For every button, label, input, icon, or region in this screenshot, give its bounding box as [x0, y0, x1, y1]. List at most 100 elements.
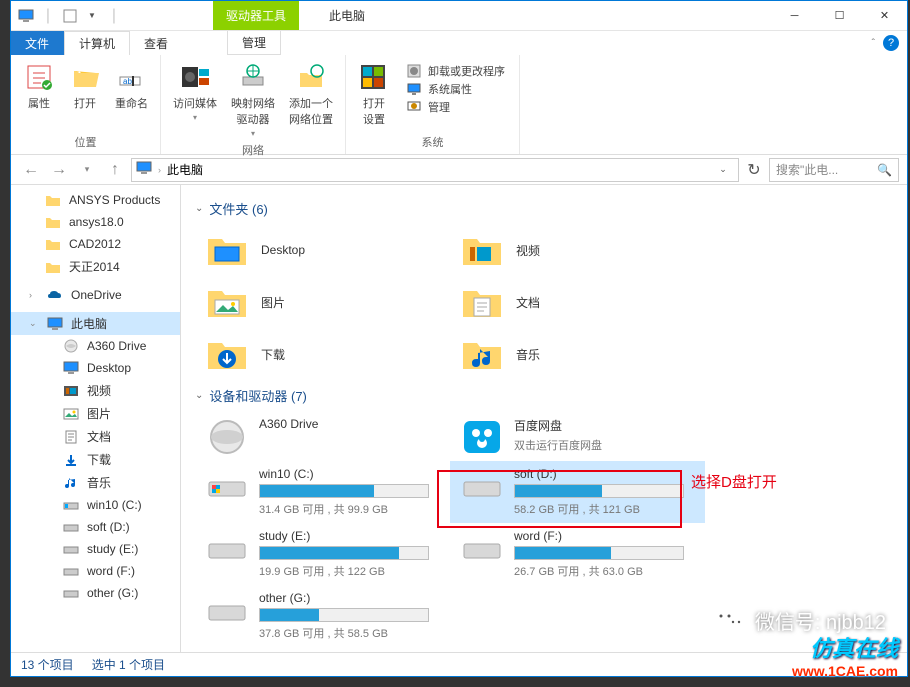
- search-placeholder: 搜索"此电...: [776, 161, 838, 178]
- folder-documents[interactable]: 文档: [450, 276, 705, 328]
- nav-desktop[interactable]: Desktop: [11, 357, 180, 379]
- uninstall-button[interactable]: 卸载或更改程序: [406, 63, 505, 79]
- rename-icon: ab: [116, 61, 148, 93]
- nav-drive-g[interactable]: other (G:): [11, 582, 180, 604]
- item-count: 13 个项目: [21, 656, 74, 673]
- drive-e[interactable]: study (E:) 19.9 GB 可用 , 共 122 GB: [195, 523, 450, 585]
- downloads-icon: [63, 452, 79, 468]
- label: 此电脑: [71, 315, 107, 332]
- add-location-button[interactable]: 添加一个 网络位置: [285, 59, 337, 140]
- tab-manage[interactable]: 管理: [227, 31, 281, 55]
- folder-videos[interactable]: 视频: [450, 224, 705, 276]
- drive-d[interactable]: soft (D:) 58.2 GB 可用 , 共 121 GB: [450, 461, 705, 523]
- drive-baidu[interactable]: 百度网盘双击运行百度网盘: [450, 411, 705, 461]
- label: other (G:): [87, 586, 138, 600]
- section-drives[interactable]: ⌄ 设备和驱动器 (7): [195, 380, 893, 411]
- dropdown-icon[interactable]: ⌄: [712, 159, 734, 181]
- close-button[interactable]: ✕: [862, 2, 907, 30]
- open-settings-button[interactable]: 打开 设置: [354, 59, 394, 132]
- label: A360 Drive: [87, 339, 146, 353]
- nav-drive-c[interactable]: win10 (C:): [11, 494, 180, 516]
- settings-icon: [358, 61, 390, 93]
- chevron-down-icon[interactable]: ⌄: [195, 203, 203, 214]
- checkbox-icon[interactable]: [61, 7, 79, 25]
- label: 添加一个 网络位置: [289, 95, 333, 127]
- nav-drive-f[interactable]: word (F:): [11, 560, 180, 582]
- nav-pictures[interactable]: 图片: [11, 402, 180, 425]
- back-button[interactable]: ←: [19, 158, 43, 182]
- label: study (E:): [87, 542, 138, 556]
- tab-computer[interactable]: 计算机: [64, 31, 130, 55]
- drive-a360[interactable]: A360 Drive: [195, 411, 450, 461]
- section-folders[interactable]: ⌄ 文件夹 (6): [195, 193, 893, 224]
- tab-file[interactable]: 文件: [11, 31, 64, 55]
- folder-music[interactable]: 音乐: [450, 328, 705, 380]
- minimize-button[interactable]: ─: [772, 2, 817, 30]
- properties-button[interactable]: 属性: [19, 59, 59, 132]
- nav-ansys-products[interactable]: ANSYS Products: [11, 189, 180, 211]
- usage-bar: [259, 608, 429, 622]
- videos-folder-icon: [460, 230, 504, 270]
- label: 系统属性: [428, 81, 472, 97]
- usage-text: 37.8 GB 可用 , 共 58.5 GB: [259, 625, 440, 641]
- refresh-button[interactable]: ↻: [743, 159, 765, 181]
- map-drive-button[interactable]: 映射网络 驱动器 ▾: [227, 59, 279, 140]
- network-location-icon: [295, 61, 327, 93]
- nav-ansys18[interactable]: ansys18.0: [11, 211, 180, 233]
- access-media-button[interactable]: 访问媒体 ▾: [169, 59, 221, 140]
- nav-drive-e[interactable]: study (E:): [11, 538, 180, 560]
- chevron-right-icon[interactable]: ›: [158, 165, 161, 175]
- drive-tools-tab[interactable]: 驱动器工具: [213, 1, 299, 30]
- maximize-button[interactable]: ☐: [817, 2, 862, 30]
- drive-c[interactable]: win10 (C:) 31.4 GB 可用 , 共 99.9 GB: [195, 461, 450, 523]
- drive-icon: [63, 519, 79, 535]
- desktop-folder-icon: [205, 230, 249, 270]
- nav-videos[interactable]: 视频: [11, 379, 180, 402]
- rename-button[interactable]: ab 重命名: [111, 59, 152, 132]
- drive-f[interactable]: word (F:) 26.7 GB 可用 , 共 63.0 GB: [450, 523, 705, 585]
- search-icon[interactable]: 🔍: [877, 163, 892, 177]
- recent-dropdown[interactable]: ▾: [75, 158, 99, 182]
- nav-tianzheng[interactable]: 天正2014: [11, 255, 180, 278]
- nav-music[interactable]: 音乐: [11, 471, 180, 494]
- usage-fill: [260, 609, 319, 621]
- manage-icon: [406, 99, 422, 115]
- usage-text: 31.4 GB 可用 , 共 99.9 GB: [259, 501, 440, 517]
- manage-button[interactable]: 管理: [406, 99, 505, 115]
- nav-downloads[interactable]: 下载: [11, 448, 180, 471]
- system-properties-button[interactable]: 系统属性: [406, 81, 505, 97]
- label: 管理: [428, 99, 450, 115]
- monitor-icon: [406, 81, 422, 97]
- folder-downloads[interactable]: 下载: [195, 328, 450, 380]
- folder-desktop[interactable]: Desktop: [195, 224, 450, 276]
- drive-g[interactable]: other (G:) 37.8 GB 可用 , 共 58.5 GB: [195, 585, 450, 647]
- up-button[interactable]: ↑: [103, 158, 127, 182]
- chevron-down-icon[interactable]: ⌄: [195, 390, 203, 401]
- nav-a360[interactable]: A360 Drive: [11, 335, 180, 357]
- breadcrumb[interactable]: › 此电脑 ⌄: [131, 158, 739, 182]
- label: other (G:): [259, 591, 440, 605]
- nav-documents[interactable]: 文档: [11, 425, 180, 448]
- label: 图片: [261, 294, 285, 311]
- search-input[interactable]: 搜索"此电... 🔍: [769, 158, 899, 182]
- dropdown-icon[interactable]: ▼: [83, 7, 101, 25]
- forward-button[interactable]: →: [47, 158, 71, 182]
- nav-onedrive[interactable]: ›OneDrive: [11, 284, 180, 306]
- drive-icon: [63, 541, 79, 557]
- crumb-thispc[interactable]: 此电脑: [167, 161, 203, 178]
- help-icon[interactable]: ?: [883, 35, 899, 51]
- nav-drive-d[interactable]: soft (D:): [11, 516, 180, 538]
- folder-pictures[interactable]: 图片: [195, 276, 450, 328]
- folder-icon: [45, 192, 61, 208]
- tab-view[interactable]: 查看: [130, 31, 183, 55]
- expand-icon[interactable]: ›: [29, 290, 39, 300]
- label: win10 (C:): [259, 467, 440, 481]
- drive-icon: [63, 497, 79, 513]
- nav-cad2012[interactable]: CAD2012: [11, 233, 180, 255]
- navigation-pane[interactable]: ANSYS Products ansys18.0 CAD2012 天正2014 …: [11, 185, 181, 652]
- collapse-ribbon-icon[interactable]: ˆ: [872, 38, 875, 49]
- content-area[interactable]: ⌄ 文件夹 (6) Desktop 视频 图片 文档: [181, 185, 907, 652]
- nav-thispc[interactable]: ⌄ 此电脑: [11, 312, 180, 335]
- expand-icon[interactable]: ⌄: [29, 318, 39, 329]
- open-button[interactable]: 打开: [65, 59, 105, 132]
